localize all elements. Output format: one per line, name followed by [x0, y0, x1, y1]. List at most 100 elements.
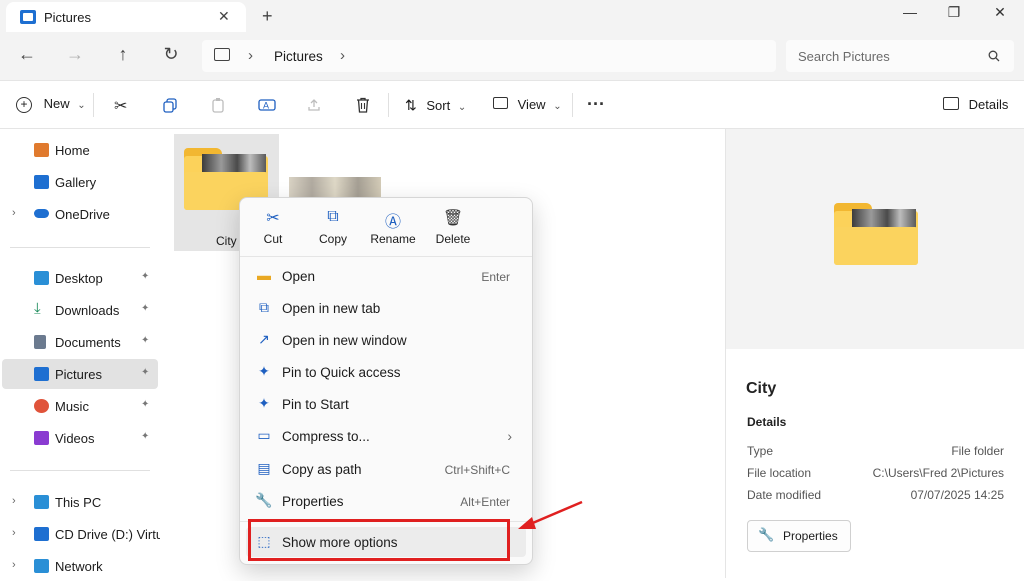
sort-label: Sort — [426, 98, 451, 113]
menu-item-label: Open in new window — [282, 333, 407, 348]
sidebar-item-pictures[interactable]: Pictures ✦ — [2, 359, 158, 389]
cd-drive-icon — [34, 527, 49, 541]
search-input[interactable]: Search Pictures — [798, 49, 890, 64]
copy-label: Copy — [318, 232, 347, 246]
expand-chevron-icon[interactable]: › — [12, 527, 16, 539]
sidebar-item-videos[interactable]: Videos ✦ — [0, 423, 156, 453]
breadcrumb-pictures[interactable]: Pictures — [274, 49, 323, 64]
sidebar-item-onedrive[interactable]: › OneDrive — [0, 199, 156, 229]
menu-item-label: Properties — [282, 494, 344, 509]
expand-chevron-icon[interactable]: › — [12, 559, 16, 571]
new-tab-button[interactable]: + — [262, 6, 273, 27]
chevron-down-icon: ⌄ — [553, 101, 562, 112]
menu-item-label: Pin to Quick access — [282, 365, 401, 380]
expand-chevron-icon[interactable]: › — [12, 207, 16, 219]
sidebar-item-downloads[interactable]: ⤓ Downloads ✦ — [0, 295, 156, 325]
sidebar-item-label: Videos — [55, 431, 95, 446]
menu-item-open[interactable]: ▬ Open Enter — [246, 261, 526, 291]
documents-icon — [34, 335, 46, 349]
menu-item-compress[interactable]: ▭ Compress to... › — [246, 421, 526, 451]
pin-icon: ✦ — [141, 431, 150, 442]
folder-item-label: City — [216, 234, 237, 248]
rename-label: Rename — [370, 232, 416, 246]
pin-icon: ✦ — [258, 395, 270, 411]
pin-icon: ✦ — [141, 399, 150, 410]
cut-button[interactable]: ✂ Cut — [243, 208, 303, 246]
sidebar-item-home[interactable]: Home — [0, 135, 156, 165]
context-menu: ✂ Cut ⧉ Copy Ⓐ Rename 🗑 Delete ▬ Open En… — [239, 197, 533, 565]
menu-item-properties[interactable]: 🔧 Properties Alt+Enter — [246, 486, 526, 516]
new-window-icon: ↗ — [258, 331, 270, 347]
sidebar-item-desktop[interactable]: Desktop ✦ — [0, 263, 156, 293]
details-pane-icon — [943, 97, 959, 110]
sidebar-item-label: Documents — [55, 335, 121, 350]
breadcrumb-chevron-icon[interactable]: › — [340, 47, 345, 64]
desktop-icon — [34, 271, 49, 285]
share-icon[interactable] — [306, 97, 322, 113]
network-icon — [34, 559, 49, 573]
menu-item-copy-as-path[interactable]: ▤ Copy as path Ctrl+Shift+C — [246, 454, 526, 484]
pin-icon: ✦ — [141, 271, 150, 282]
sidebar-item-cd-drive[interactable]: › CD Drive (D:) Virtua — [0, 519, 170, 549]
expand-chevron-icon[interactable]: › — [12, 495, 16, 507]
sidebar-item-label: Gallery — [55, 175, 97, 190]
maximize-button[interactable]: ❐ — [934, 4, 974, 21]
menu-item-shortcut: Alt+Enter — [460, 495, 510, 509]
menu-item-shortcut: Enter — [481, 270, 510, 284]
back-button[interactable]: ← — [15, 44, 39, 65]
sidebar-item-music[interactable]: Music ✦ — [0, 391, 156, 421]
menu-item-shortcut: Ctrl+Shift+C — [444, 463, 510, 477]
sidebar-divider — [10, 470, 150, 471]
view-button[interactable]: View ⌄ — [493, 97, 562, 112]
delete-button[interactable]: 🗑 Delete — [423, 208, 483, 246]
menu-item-pin-quick-access[interactable]: ✦ Pin to Quick access — [246, 357, 526, 387]
tab-close-icon[interactable]: ✕ — [218, 8, 230, 25]
detail-label-date: Date modified — [747, 488, 822, 502]
up-button[interactable]: ↑ — [111, 44, 135, 65]
more-options-icon[interactable]: ··· — [587, 94, 605, 115]
menu-item-open-new-tab[interactable]: ⧉ Open in new tab — [246, 293, 526, 323]
folder-preview-icon — [834, 203, 918, 265]
minimize-button[interactable]: — — [890, 4, 930, 20]
image-thumbnail[interactable] — [289, 177, 381, 197]
menu-item-pin-start[interactable]: ✦ Pin to Start — [246, 389, 526, 419]
copy-button[interactable]: ⧉ Copy — [303, 208, 363, 246]
new-button[interactable]: + New ⌄ — [16, 96, 86, 113]
search-box[interactable]: Search Pictures — [786, 40, 1014, 72]
forward-button[interactable]: → — [63, 44, 87, 65]
sidebar-item-documents[interactable]: Documents ✦ — [0, 327, 156, 357]
menu-item-open-new-window[interactable]: ↗ Open in new window — [246, 325, 526, 355]
menu-divider — [240, 256, 532, 257]
sidebar-item-label: Music — [55, 399, 89, 414]
wrench-icon: 🔧 — [758, 527, 775, 542]
delete-icon[interactable] — [355, 97, 371, 113]
svg-text:A: A — [263, 101, 269, 111]
close-window-button[interactable]: ✕ — [980, 4, 1020, 21]
detail-label-type: Type — [747, 444, 774, 458]
copy-icon[interactable] — [162, 97, 178, 113]
tab-title: Pictures — [44, 10, 91, 25]
monitor-icon — [214, 48, 230, 61]
sidebar-item-gallery[interactable]: Gallery — [0, 167, 156, 197]
preview-area — [726, 129, 1024, 349]
trash-icon: 🗑 — [442, 210, 464, 227]
cut-icon[interactable]: ✂ — [114, 96, 127, 116]
sidebar-item-this-pc[interactable]: › This PC — [0, 487, 156, 517]
annotation-arrow-icon — [518, 500, 583, 529]
details-button[interactable]: Details — [943, 97, 1008, 112]
refresh-button[interactable]: ↻ — [159, 44, 183, 65]
videos-icon — [34, 431, 49, 445]
pictures-icon — [34, 367, 49, 381]
rename-button[interactable]: Ⓐ Rename — [363, 208, 423, 246]
sort-button[interactable]: ⇅ Sort ⌄ — [405, 97, 466, 114]
sidebar-item-network[interactable]: › Network — [0, 551, 156, 581]
tab-pictures[interactable]: Pictures ✕ — [6, 2, 246, 32]
rename-icon[interactable]: A — [258, 97, 276, 113]
properties-button[interactable]: 🔧 Properties — [747, 520, 851, 552]
onedrive-cloud-icon — [34, 209, 49, 218]
address-bar[interactable]: › Pictures › — [202, 40, 776, 72]
pin-icon: ✦ — [141, 367, 150, 378]
zip-icon: ▭ — [257, 427, 271, 443]
paste-icon[interactable] — [210, 97, 226, 113]
plus-circle-icon: + — [16, 97, 32, 113]
